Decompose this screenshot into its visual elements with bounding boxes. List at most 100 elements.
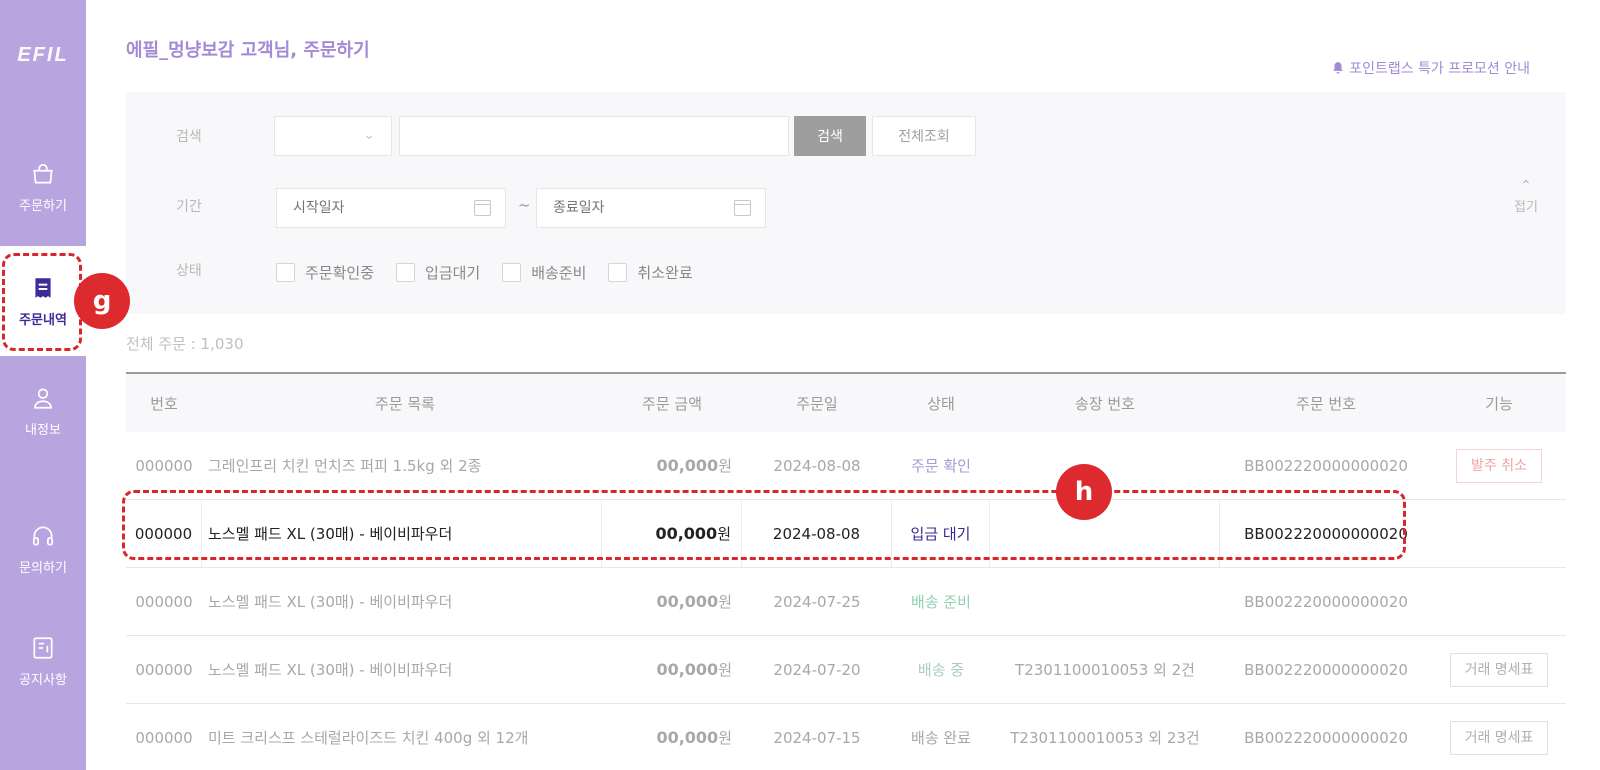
sidebar: EFIL 주문하기 주문내역 내정보 문의하기 공지사항 xyxy=(0,0,86,770)
status-checkbox-confirming[interactable]: 주문확인중 xyxy=(276,262,374,283)
sidebar-item-label: 주문하기 xyxy=(19,198,67,214)
date-range-separator: ~ xyxy=(518,196,531,214)
user-icon xyxy=(33,387,53,409)
row-date: 2024-07-20 xyxy=(773,660,861,679)
promo-link[interactable]: 포인트랩스 특가 프로모션 안내 xyxy=(1331,58,1530,78)
checkbox-label: 취소완료 xyxy=(637,264,693,282)
status-badge: 배송 준비 xyxy=(911,593,971,611)
statement-button[interactable]: 거래 명세표 xyxy=(1449,652,1549,687)
checkbox[interactable] xyxy=(502,263,522,282)
cancel-order-button[interactable]: 발주 취소 xyxy=(1456,448,1542,483)
chevron-up-icon: ⌃ xyxy=(1520,178,1532,194)
row-amount: 00,000원 xyxy=(656,456,732,475)
status-checkbox-group: 주문확인중 입금대기 배송준비 취소완료 xyxy=(276,262,693,283)
checkbox-label: 주문확인중 xyxy=(305,264,375,282)
column-header: 번호 xyxy=(150,394,178,413)
search-button[interactable]: 검색 xyxy=(794,116,866,156)
row-item: 미트 크리스프 스테럴라이즈드 치킨 400g 외 12개 xyxy=(208,729,529,747)
row-order-number: BB002220000000020 xyxy=(1244,728,1408,747)
row-action: 거래 명세표 xyxy=(1432,720,1566,755)
row-action: 거래 명세표 xyxy=(1432,652,1566,687)
row-invoice: T2301100010053 외 23건 xyxy=(1010,729,1200,747)
checkbox[interactable] xyxy=(608,263,628,282)
status-label: 상태 xyxy=(176,263,202,279)
row-order-number: BB002220000000020 xyxy=(1244,660,1408,679)
status-badge: 배송 완료 xyxy=(911,729,971,747)
bell-icon xyxy=(1333,62,1343,74)
filter-panel: 검색 ⌄ 검색 전체조회 기간 ~ 상태 주문확인중 입금대기 배송준비 취소완… xyxy=(126,92,1566,314)
sidebar-item-order[interactable]: 주문하기 xyxy=(0,132,86,242)
row-date: 2024-08-08 xyxy=(773,456,861,475)
orders-table: 번호 주문 목록 주문 금액 주문일 상태 송장 번호 주문 번호 기능 000… xyxy=(126,372,1566,770)
column-header: 주문 목록 xyxy=(375,394,435,413)
sidebar-item-label: 문의하기 xyxy=(19,560,67,576)
checkbox[interactable] xyxy=(396,263,416,282)
collapse-button[interactable]: ⌃ 접기 xyxy=(1506,178,1546,215)
row-amount: 00,000원 xyxy=(656,592,732,611)
promo-label: 포인트랩스 특가 프로모션 안내 xyxy=(1349,61,1530,77)
sidebar-item-label: 공지사항 xyxy=(19,672,67,688)
end-date-field[interactable] xyxy=(536,188,766,228)
status-badge: 배송 중 xyxy=(917,661,965,679)
column-header: 상태 xyxy=(927,394,955,413)
search-type-select[interactable]: ⌄ xyxy=(274,116,392,156)
table-row[interactable]: 000000 노스멜 패드 XL (30매) - 베이비파우더 00,000원 … xyxy=(126,568,1566,636)
column-header: 주문일 xyxy=(796,394,838,413)
chevron-down-icon: ⌄ xyxy=(363,127,375,143)
status-checkbox-awaiting-payment[interactable]: 입금대기 xyxy=(396,262,480,283)
start-date-field[interactable] xyxy=(276,188,506,228)
page-title: 에필_멍냥보감 고객님, 주문하기 xyxy=(126,40,370,61)
calendar-icon[interactable] xyxy=(734,200,751,216)
sidebar-item-my-info[interactable]: 내정보 xyxy=(0,356,86,466)
annotation-badge-g: g xyxy=(74,273,130,329)
row-item: 노스멜 패드 XL (30매) - 베이비파우더 xyxy=(208,661,453,679)
row-item: 그레인프리 치킨 먼치즈 퍼피 1.5kg 외 2종 xyxy=(208,457,482,475)
search-input[interactable] xyxy=(399,116,789,156)
column-header: 송장 번호 xyxy=(1075,394,1135,413)
status-checkbox-preparing[interactable]: 배송준비 xyxy=(502,262,586,283)
row-number: 000000 xyxy=(135,660,193,679)
table-row[interactable]: 000000 노스멜 패드 XL (30매) - 베이비파우더 00,000원 … xyxy=(126,636,1566,704)
end-date-input[interactable] xyxy=(537,189,765,227)
shopping-bag-icon xyxy=(33,163,53,184)
period-label: 기간 xyxy=(176,199,202,215)
row-order-number: BB002220000000020 xyxy=(1244,592,1408,611)
efil-logo[interactable]: EFIL xyxy=(0,44,86,67)
total-orders-count: 전체 주문 : 1,030 xyxy=(126,335,244,353)
row-amount: 00,000원 xyxy=(656,728,732,747)
table-row[interactable]: 000000 미트 크리스프 스테럴라이즈드 치킨 400g 외 12개 00,… xyxy=(126,704,1566,770)
row-item: 노스멜 패드 XL (30매) - 베이비파우더 xyxy=(208,593,453,611)
view-all-button[interactable]: 전체조회 xyxy=(872,116,976,156)
headphones-icon xyxy=(32,525,54,546)
calendar-icon[interactable] xyxy=(474,200,491,216)
app-root: EFIL 주문하기 주문내역 내정보 문의하기 공지사항 에필_멍냥보감 고객님… xyxy=(0,0,1600,770)
sidebar-item-notice[interactable]: 공지사항 xyxy=(0,606,86,716)
status-badge: 주문 확인 xyxy=(911,457,971,475)
row-number: 000000 xyxy=(135,456,193,475)
row-order-number: BB002220000000020 xyxy=(1244,456,1408,475)
checkbox-label: 입금대기 xyxy=(425,264,481,282)
statement-button[interactable]: 거래 명세표 xyxy=(1449,720,1549,755)
checkbox-label: 배송준비 xyxy=(531,264,587,282)
row-amount: 00,000원 xyxy=(656,660,732,679)
checkbox[interactable] xyxy=(276,263,295,282)
annotation-box-g xyxy=(2,253,82,351)
row-date: 2024-07-25 xyxy=(773,592,861,611)
annotation-box-h xyxy=(122,490,1406,560)
column-header: 기능 xyxy=(1485,394,1513,413)
notice-icon xyxy=(33,636,53,659)
sidebar-item-inquiry[interactable]: 문의하기 xyxy=(0,494,86,604)
status-checkbox-cancelled[interactable]: 취소완료 xyxy=(608,262,693,283)
row-number: 000000 xyxy=(135,728,193,747)
column-header: 주문 금액 xyxy=(642,394,702,413)
start-date-input[interactable] xyxy=(277,189,505,227)
row-action: 발주 취소 xyxy=(1432,448,1566,483)
table-header: 번호 주문 목록 주문 금액 주문일 상태 송장 번호 주문 번호 기능 xyxy=(126,372,1566,432)
row-date: 2024-07-15 xyxy=(773,728,861,747)
search-label: 검색 xyxy=(176,129,202,145)
row-number: 000000 xyxy=(135,592,193,611)
row-invoice: T2301100010053 외 2건 xyxy=(1015,661,1195,679)
annotation-badge-h: h xyxy=(1056,464,1112,520)
sidebar-item-label: 내정보 xyxy=(25,422,61,438)
collapse-label: 접기 xyxy=(1514,200,1538,215)
